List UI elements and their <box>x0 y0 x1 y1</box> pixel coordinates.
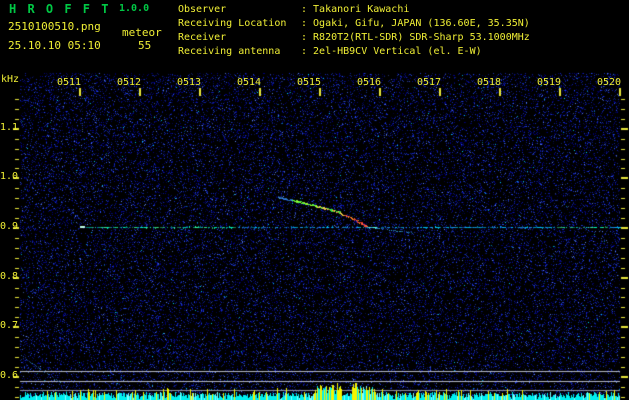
time-tick-label: 0520 <box>597 77 621 88</box>
info-label: Receiver <box>178 31 301 45</box>
freq-tick-label: 0.8 <box>0 271 16 282</box>
freq-tick-label: 0.6 <box>0 370 16 381</box>
info-row: Receiver: R820T2(RTL-SDR) SDR-Sharp 53.1… <box>178 31 530 45</box>
receiver-info: Observer: Takanori KawachiReceiving Loca… <box>178 3 530 59</box>
time-tick-label: 0515 <box>297 77 321 88</box>
info-row: Observer: Takanori Kawachi <box>178 3 530 17</box>
time-tick-label: 0511 <box>57 77 81 88</box>
time-tick-label: 0516 <box>357 77 381 88</box>
freq-tick-label: 0.7 <box>0 320 16 331</box>
time-tick-label: 0512 <box>117 77 141 88</box>
app-title: H R O F F T <box>9 2 110 16</box>
time-tick-label: 0518 <box>477 77 501 88</box>
time-tick-label: 0513 <box>177 77 201 88</box>
mode-label: meteor <box>122 26 162 39</box>
info-label: Receiving antenna <box>178 45 301 59</box>
freq-tick-label: 1.1 <box>0 122 16 133</box>
hrofft-output: H R O F F T 1.0.0 2510100510.png meteor … <box>0 0 629 400</box>
info-value: : 2el-HB9CV Vertical (el. E-W) <box>301 45 482 59</box>
echo-count: 55 <box>138 39 151 52</box>
output-filename: 2510100510.png <box>8 20 101 33</box>
freq-tick-label: 1.0 <box>0 171 16 182</box>
y-axis-unit-label: kHz <box>1 74 19 85</box>
info-value: : Takanori Kawachi <box>301 3 409 17</box>
info-value: : Ogaki, Gifu, JAPAN (136.60E, 35.35N) <box>301 17 530 31</box>
date-time: 25.10.10 05:10 <box>8 39 101 52</box>
info-label: Observer <box>178 3 301 17</box>
time-tick-label: 0514 <box>237 77 261 88</box>
info-row: Receiving antenna: 2el-HB9CV Vertical (e… <box>178 45 530 59</box>
app-version: 1.0.0 <box>119 3 149 14</box>
time-tick-label: 0519 <box>537 77 561 88</box>
spectrogram-canvas <box>0 0 629 400</box>
info-row: Receiving Location: Ogaki, Gifu, JAPAN (… <box>178 17 530 31</box>
time-tick-label: 0517 <box>417 77 441 88</box>
freq-tick-label: 0.9 <box>0 221 16 232</box>
info-label: Receiving Location <box>178 17 301 31</box>
info-value: : R820T2(RTL-SDR) SDR-Sharp 53.1000MHz <box>301 31 530 45</box>
